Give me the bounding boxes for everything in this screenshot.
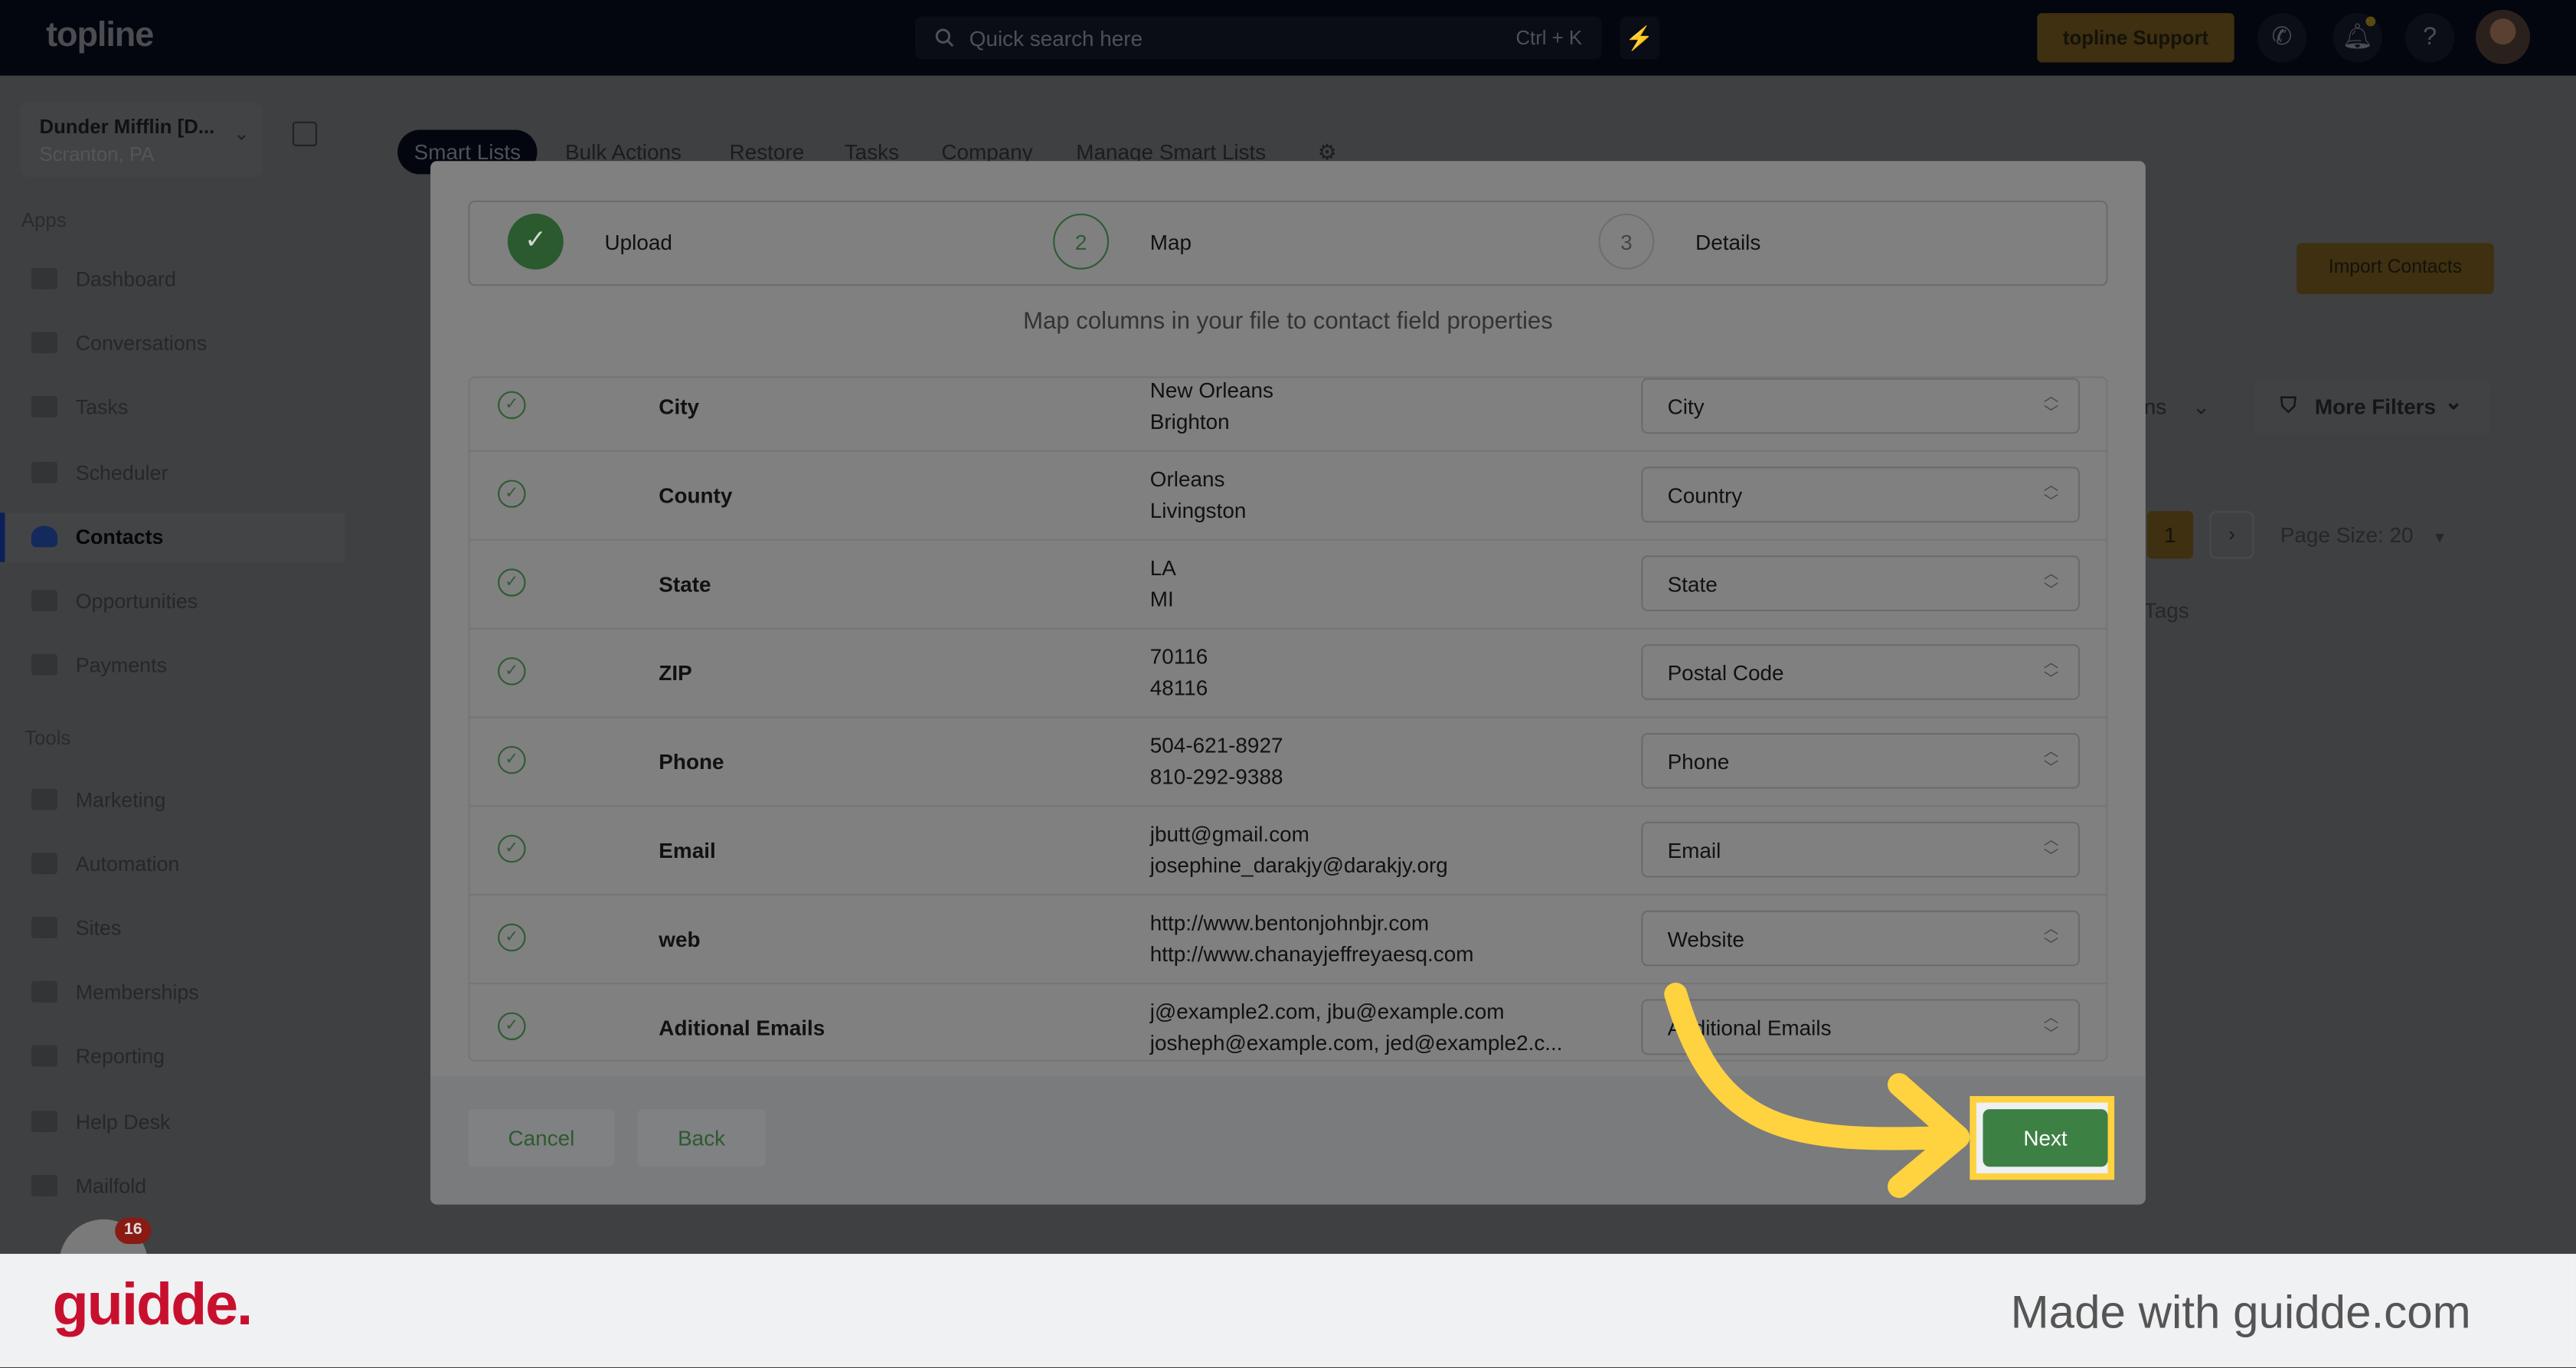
made-with-guidde: Made with guidde.com (2010, 1286, 2471, 1338)
pointer-arrow-annotation (1664, 982, 1970, 1198)
guidde-footer: guidde. Made with guidde.com (0, 1253, 2576, 1367)
screen: topline Quick search here Ctrl + K ⚡ top… (0, 0, 2576, 1367)
guidde-logo: guidde. (52, 1270, 253, 1338)
